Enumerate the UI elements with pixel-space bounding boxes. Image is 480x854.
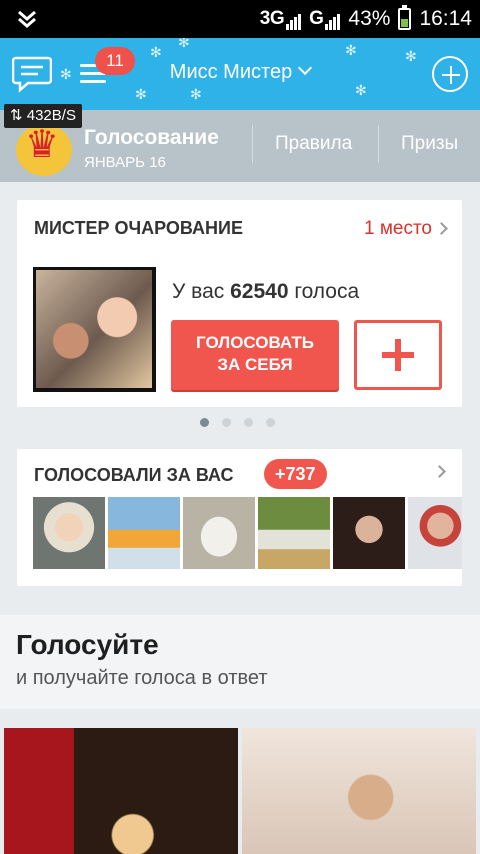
voters-count-badge: +737	[264, 459, 327, 489]
chevron-right-icon[interactable]	[435, 222, 448, 235]
app-title-dropdown[interactable]: Мисс Мистер	[0, 60, 480, 84]
voter-avatar[interactable]	[33, 497, 105, 569]
promo-subtitle: и получайте голоса в ответ	[16, 667, 268, 689]
nomination-title: МИСТЕР ОЧАРОВАНИЕ	[34, 218, 243, 238]
snowflake-icon: ✻	[345, 42, 357, 58]
battery-percent: 43%	[348, 7, 391, 30]
voter-avatars	[33, 497, 462, 569]
network-speed-indicator: ⇅ 432B/S	[4, 104, 82, 128]
photo-image	[36, 270, 152, 388]
pagination-dot[interactable]	[222, 418, 231, 427]
voter-avatar[interactable]	[333, 497, 405, 569]
crown-avatar-icon	[16, 124, 72, 176]
votes-summary: У вас 62540 голоса	[172, 280, 360, 303]
status-bar: 3G G 43% 16:14	[0, 0, 480, 38]
snowflake-icon: ✻	[355, 82, 367, 98]
tab-prizes[interactable]: Призы	[378, 125, 458, 163]
signal-sim2-icon: G	[309, 8, 341, 30]
contestant-photo[interactable]	[33, 267, 156, 392]
signal-sim1-icon: 3G	[260, 8, 302, 30]
pagination-dot[interactable]	[266, 418, 275, 427]
download-notification-icon	[18, 10, 36, 28]
votes-count: 62540	[230, 280, 289, 303]
contestant-tile[interactable]	[4, 728, 238, 854]
voters-card[interactable]: ГОЛОСОВАЛИ ЗА ВАС +737	[17, 449, 462, 586]
voter-avatar[interactable]	[408, 497, 462, 569]
snowflake-icon: ✻	[150, 44, 162, 60]
battery-icon	[398, 5, 412, 30]
voter-avatar[interactable]	[108, 497, 180, 569]
pagination-dot[interactable]	[244, 418, 253, 427]
vote-for-self-button[interactable]: ГОЛОСОВАТЬ ЗА СЕБЯ	[171, 320, 339, 390]
app-bar: ✻ ✻ ✻ ✻ ✻ ✻ ✻ ✻ 11 Мисс Мистер	[0, 38, 480, 110]
clock: 16:14	[419, 7, 472, 30]
place-link[interactable]: 1 место	[364, 218, 432, 240]
snowflake-icon: ✻	[135, 86, 147, 102]
chevron-right-icon[interactable]	[433, 465, 446, 478]
add-votes-button[interactable]	[354, 320, 442, 390]
carousel-pagination	[200, 418, 275, 427]
tab-rules[interactable]: Правила	[252, 125, 352, 163]
chevron-down-icon	[298, 60, 313, 76]
contest-date: ЯНВАРЬ 16	[84, 154, 166, 171]
snowflake-icon: ✻	[190, 86, 202, 102]
voters-title: ГОЛОСОВАЛИ ЗА ВАС	[34, 465, 234, 485]
add-photo-icon[interactable]	[432, 56, 468, 92]
nomination-card: МИСТЕР ОЧАРОВАНИЕ 1 место У вас 62540 го…	[17, 200, 462, 407]
voter-avatar[interactable]	[258, 497, 330, 569]
contest-title: Голосование	[84, 126, 219, 149]
app-title: Мисс Мистер	[169, 61, 293, 83]
snowflake-icon: ✻	[178, 38, 190, 50]
contestant-tile[interactable]	[242, 728, 476, 854]
voter-avatar[interactable]	[183, 497, 255, 569]
promo-title: Голосуйте	[16, 629, 159, 660]
pagination-dot[interactable]	[200, 418, 209, 427]
